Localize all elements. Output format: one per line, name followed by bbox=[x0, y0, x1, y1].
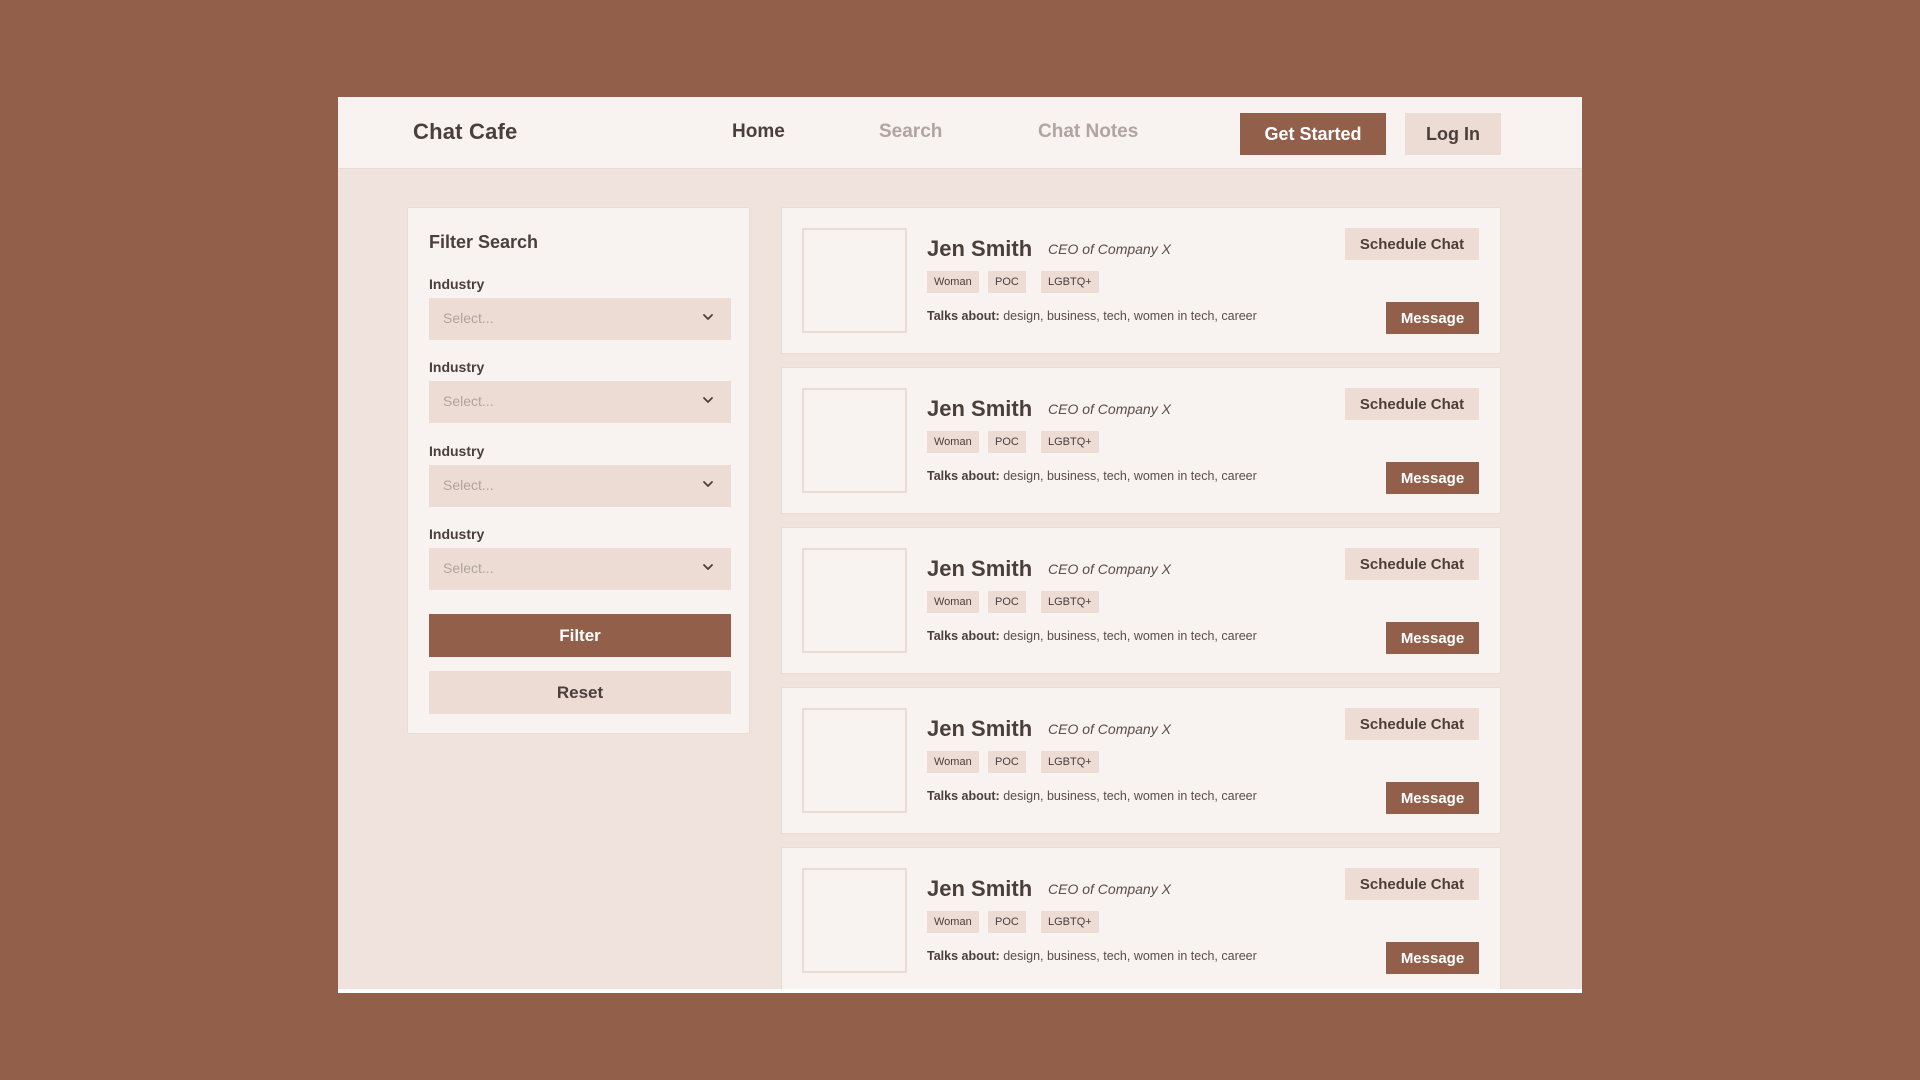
schedule-chat-button[interactable]: Schedule Chat bbox=[1345, 228, 1479, 260]
tag-badge: POC bbox=[988, 751, 1026, 773]
avatar bbox=[802, 228, 907, 333]
industry-select-3[interactable]: Select... bbox=[429, 465, 731, 507]
select-placeholder: Select... bbox=[443, 393, 494, 409]
talks-about-label: Talks about: bbox=[927, 309, 1000, 323]
tag-badge: LGBTQ+ bbox=[1041, 751, 1099, 773]
talks-about-topics: design, business, tech, women in tech, c… bbox=[1003, 309, 1257, 323]
industry-field-label: Industry bbox=[429, 276, 485, 292]
nav-home-link[interactable]: Home bbox=[732, 121, 785, 143]
chevron-down-icon bbox=[703, 564, 713, 570]
profile-name: Jen Smith bbox=[927, 716, 1033, 741]
avatar bbox=[802, 548, 907, 653]
nav-chat-notes-link[interactable]: Chat Notes bbox=[1038, 121, 1138, 143]
tag-badge: Woman bbox=[927, 591, 979, 613]
tag-badge: POC bbox=[988, 431, 1026, 453]
select-placeholder: Select... bbox=[443, 310, 494, 326]
tag-badge: Woman bbox=[927, 911, 979, 933]
select-placeholder: Select... bbox=[443, 560, 494, 576]
message-button[interactable]: Message bbox=[1386, 782, 1479, 814]
message-button[interactable]: Message bbox=[1386, 622, 1479, 654]
chevron-down-icon bbox=[703, 314, 713, 320]
tag-badge: POC bbox=[988, 591, 1026, 613]
talks-about-topics: design, business, tech, women in tech, c… bbox=[1003, 629, 1257, 643]
talks-about-label: Talks about: bbox=[927, 949, 1000, 963]
profile-title: CEO of Company X bbox=[1048, 721, 1171, 737]
reset-button[interactable]: Reset bbox=[429, 671, 731, 714]
profile-name: Jen Smith bbox=[927, 556, 1033, 581]
tag-badge: POC bbox=[988, 911, 1026, 933]
avatar bbox=[802, 868, 907, 973]
industry-field-label: Industry bbox=[429, 526, 485, 542]
profile-card: Jen Smith CEO of Company X Woman POC LGB… bbox=[781, 687, 1501, 834]
filter-search-panel: Filter Search Industry Select... Industr… bbox=[407, 207, 750, 734]
profile-title: CEO of Company X bbox=[1048, 401, 1171, 417]
filter-button[interactable]: Filter bbox=[429, 614, 731, 657]
tag-badge: Woman bbox=[927, 751, 979, 773]
profile-card: Jen Smith CEO of Company X Woman POC LGB… bbox=[781, 207, 1501, 354]
avatar bbox=[802, 388, 907, 493]
talks-about-topics: design, business, tech, women in tech, c… bbox=[1003, 949, 1257, 963]
industry-select-2[interactable]: Select... bbox=[429, 381, 731, 423]
profile-card: Jen Smith CEO of Company X Woman POC LGB… bbox=[781, 527, 1501, 674]
talks-about-label: Talks about: bbox=[927, 789, 1000, 803]
profile-name: Jen Smith bbox=[927, 396, 1033, 421]
filter-panel-title: Filter Search bbox=[429, 232, 539, 252]
profile-card: Jen Smith CEO of Company X Woman POC LGB… bbox=[781, 847, 1501, 993]
schedule-chat-button[interactable]: Schedule Chat bbox=[1345, 708, 1479, 740]
tag-badge: Woman bbox=[927, 431, 979, 453]
industry-field-label: Industry bbox=[429, 443, 485, 459]
profile-title: CEO of Company X bbox=[1048, 561, 1171, 577]
talks-about-label: Talks about: bbox=[927, 629, 1000, 643]
talks-about-topics: design, business, tech, women in tech, c… bbox=[1003, 789, 1257, 803]
tag-badge: POC bbox=[988, 271, 1026, 293]
talks-about-text: Talks about: design, business, tech, wom… bbox=[927, 789, 1257, 803]
schedule-chat-button[interactable]: Schedule Chat bbox=[1345, 548, 1479, 580]
tag-badge: LGBTQ+ bbox=[1041, 591, 1099, 613]
tag-badge: Woman bbox=[927, 271, 979, 293]
get-started-button[interactable]: Get Started bbox=[1240, 113, 1386, 155]
profile-title: CEO of Company X bbox=[1048, 881, 1171, 897]
schedule-chat-button[interactable]: Schedule Chat bbox=[1345, 868, 1479, 900]
nav-search-link[interactable]: Search bbox=[879, 121, 942, 143]
talks-about-text: Talks about: design, business, tech, wom… bbox=[927, 629, 1257, 643]
talks-about-text: Talks about: design, business, tech, wom… bbox=[927, 949, 1257, 963]
industry-select-4[interactable]: Select... bbox=[429, 548, 731, 590]
message-button[interactable]: Message bbox=[1386, 942, 1479, 974]
tag-badge: LGBTQ+ bbox=[1041, 911, 1099, 933]
talks-about-text: Talks about: design, business, tech, wom… bbox=[927, 469, 1257, 483]
profile-title: CEO of Company X bbox=[1048, 241, 1171, 257]
app-window: Chat Cafe Home Search Chat Notes Get Sta… bbox=[338, 97, 1582, 993]
message-button[interactable]: Message bbox=[1386, 462, 1479, 494]
tag-badge: LGBTQ+ bbox=[1041, 271, 1099, 293]
talks-about-topics: design, business, tech, women in tech, c… bbox=[1003, 469, 1257, 483]
tag-badge: LGBTQ+ bbox=[1041, 431, 1099, 453]
select-placeholder: Select... bbox=[443, 477, 494, 493]
log-in-button[interactable]: Log In bbox=[1405, 113, 1501, 155]
chevron-down-icon bbox=[703, 397, 713, 403]
profile-card: Jen Smith CEO of Company X Woman POC LGB… bbox=[781, 367, 1501, 514]
talks-about-label: Talks about: bbox=[927, 469, 1000, 483]
brand-logo[interactable]: Chat Cafe bbox=[413, 119, 518, 145]
industry-field-label: Industry bbox=[429, 359, 485, 375]
profile-name: Jen Smith bbox=[927, 236, 1033, 261]
schedule-chat-button[interactable]: Schedule Chat bbox=[1345, 388, 1479, 420]
avatar bbox=[802, 708, 907, 813]
message-button[interactable]: Message bbox=[1386, 302, 1479, 334]
industry-select-1[interactable]: Select... bbox=[429, 298, 731, 340]
chevron-down-icon bbox=[703, 481, 713, 487]
top-navigation-bar: Chat Cafe Home Search Chat Notes Get Sta… bbox=[338, 97, 1582, 169]
profile-name: Jen Smith bbox=[927, 876, 1033, 901]
talks-about-text: Talks about: design, business, tech, wom… bbox=[927, 309, 1257, 323]
